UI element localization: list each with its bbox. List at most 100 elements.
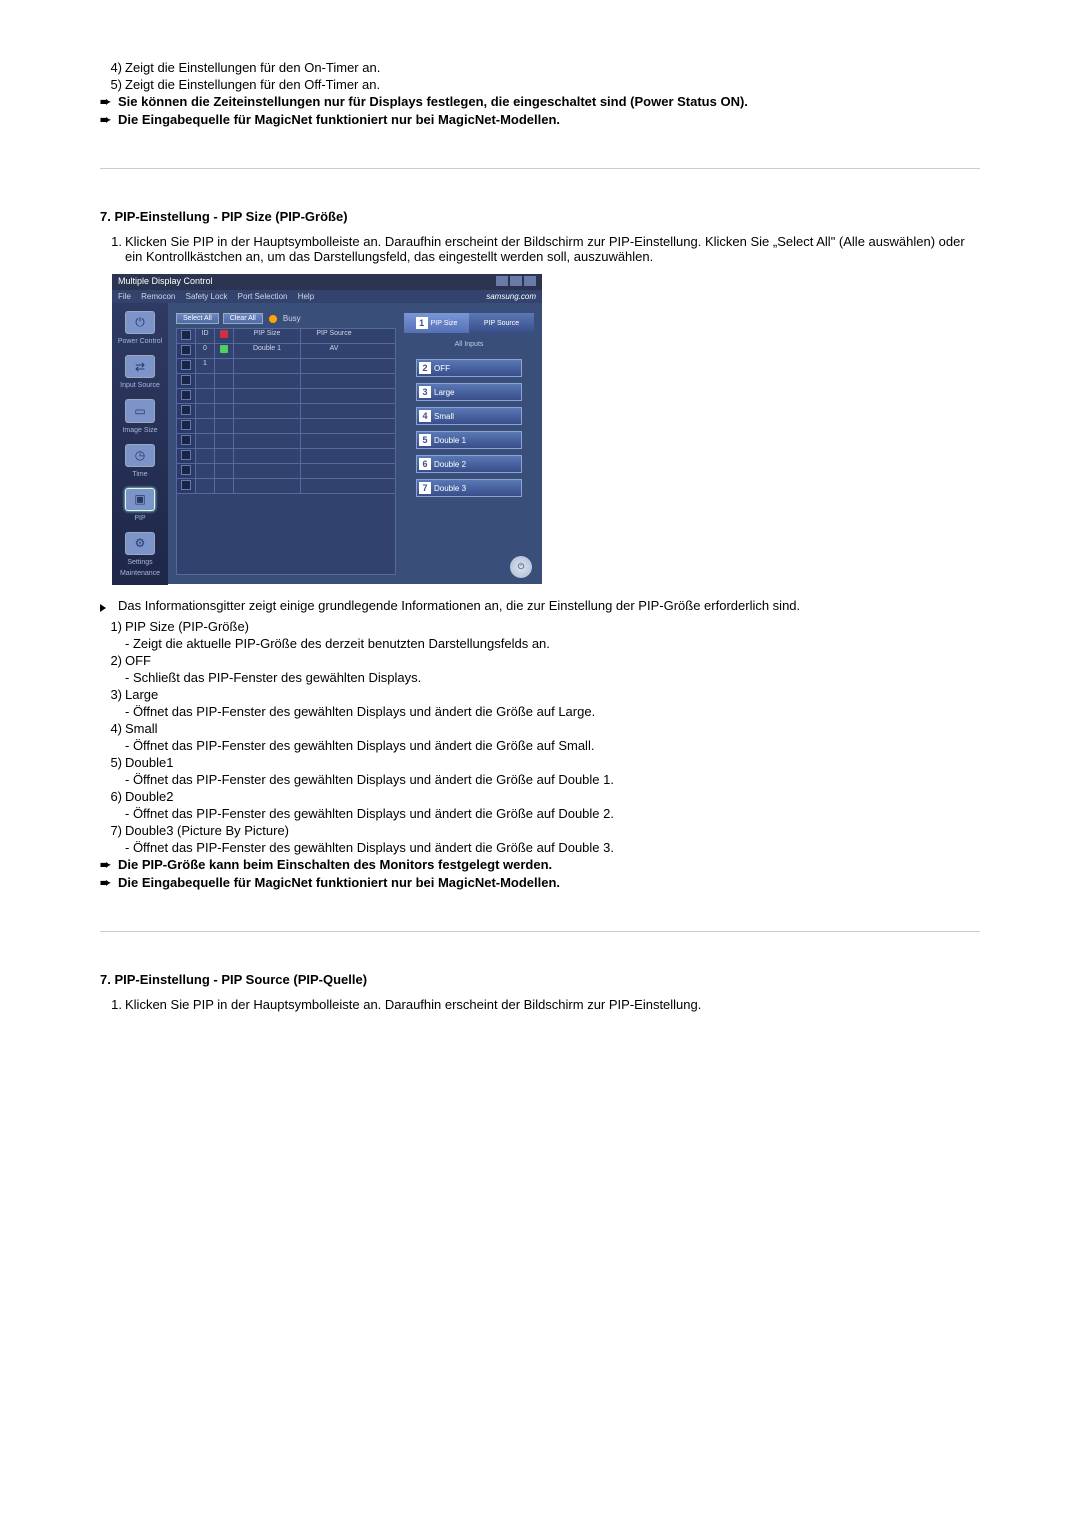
sidebar-label: Power Control	[118, 338, 162, 345]
menu-remocon[interactable]: Remocon	[141, 292, 175, 301]
brand-link[interactable]: samsung.com	[486, 292, 536, 301]
list-item: 5) Zeigt die Einstellungen für den Off-T…	[100, 77, 980, 92]
checkbox-icon[interactable]	[181, 435, 191, 445]
settings-icon[interactable]: ⚙	[125, 532, 155, 555]
item-desc: - Öffnet das PIP-Fenster des gewählten D…	[125, 806, 980, 821]
table-row[interactable]	[177, 404, 395, 419]
window-controls	[494, 276, 536, 288]
checkbox-icon[interactable]	[181, 480, 191, 490]
note-text: Die PIP-Größe kann beim Einschalten des …	[118, 857, 980, 873]
item-text: Klicken Sie PIP in der Hauptsymbolleiste…	[125, 997, 980, 1012]
item-number: 2)	[100, 653, 125, 668]
intro-item: 1. Klicken Sie PIP in der Hauptsymbollei…	[100, 997, 980, 1012]
clear-all-button[interactable]: Clear All	[223, 313, 263, 324]
option-small[interactable]: 4Small	[416, 407, 522, 425]
checkbox-icon[interactable]	[181, 330, 191, 340]
table-row[interactable]	[177, 449, 395, 464]
item-number: 5)	[100, 755, 125, 770]
table-row[interactable]	[177, 419, 395, 434]
section-timer-tail: 4) Zeigt die Einstellungen für den On-Ti…	[100, 60, 980, 128]
list-item: 6) Double2	[100, 789, 980, 804]
section-title: 7. PIP-Einstellung - PIP Source (PIP-Que…	[100, 972, 980, 987]
item-number: 1.	[100, 997, 125, 1012]
time-icon[interactable]: ◷	[125, 444, 155, 467]
col-status	[215, 329, 234, 343]
sidebar-label: Maintenance	[120, 570, 160, 577]
table-row[interactable]	[177, 434, 395, 449]
table-row[interactable]	[177, 389, 395, 404]
callout-5: 5	[419, 434, 431, 446]
item-number: 1.	[100, 234, 125, 264]
list-item: 3) Large	[100, 687, 980, 702]
checkbox-icon[interactable]	[181, 375, 191, 385]
col-pip-size: PIP Size	[234, 329, 301, 343]
callout-7: 7	[419, 482, 431, 494]
item-text: Zeigt die Einstellungen für den On-Timer…	[125, 60, 980, 75]
sidebar: ⏻ Power Control ⇄ Input Source ▭ Image S…	[112, 303, 168, 585]
window-titlebar: Multiple Display Control	[112, 274, 542, 290]
arrow-note: Das Informationsgitter zeigt einige grun…	[100, 598, 980, 615]
min-icon	[496, 276, 508, 286]
checkbox-icon[interactable]	[181, 405, 191, 415]
checkbox-icon[interactable]	[181, 390, 191, 400]
table-row[interactable]: 1	[177, 359, 395, 374]
table-row[interactable]: 0 Double 1 AV	[177, 344, 395, 359]
input-source-icon[interactable]: ⇄	[125, 355, 155, 378]
bullet-icon: ➨	[100, 875, 118, 891]
table-row[interactable]	[177, 479, 395, 494]
checkbox-icon[interactable]	[181, 465, 191, 475]
sidebar-label: Input Source	[120, 382, 160, 389]
bold-note: ➨ Die PIP-Größe kann beim Einschalten de…	[100, 857, 980, 873]
power-button-icon[interactable]: ⏻	[510, 556, 532, 578]
menubar: File Remocon Safety Lock Port Selection …	[112, 290, 542, 303]
table-row[interactable]	[177, 374, 395, 389]
checkbox-icon[interactable]	[181, 345, 191, 355]
select-all-button[interactable]: Select All	[176, 313, 219, 324]
option-off[interactable]: 2OFF	[416, 359, 522, 377]
item-number: 4)	[100, 721, 125, 736]
note-text: Die Eingabequelle für MagicNet funktioni…	[118, 112, 980, 128]
sidebar-label: PIP	[134, 515, 145, 522]
item-desc: - Öffnet das PIP-Fenster des gewählten D…	[125, 738, 980, 753]
bullet-icon: ➨	[100, 857, 118, 873]
checkbox-icon[interactable]	[181, 450, 191, 460]
option-large[interactable]: 3Large	[416, 383, 522, 401]
item-number: 6)	[100, 789, 125, 804]
image-size-icon[interactable]: ▭	[125, 399, 155, 422]
option-double3[interactable]: 7Double 3	[416, 479, 522, 497]
menu-port-selection[interactable]: Port Selection	[238, 292, 288, 301]
menu-safety-lock[interactable]: Safety Lock	[186, 292, 228, 301]
option-double2[interactable]: 6Double 2	[416, 455, 522, 473]
item-label: Double2	[125, 789, 980, 804]
window-title: Multiple Display Control	[118, 276, 213, 288]
status-icon	[220, 345, 228, 353]
option-double1[interactable]: 5Double 1	[416, 431, 522, 449]
bold-note: ➨ Die Eingabequelle für MagicNet funktio…	[100, 112, 980, 128]
bold-note: ➨ Sie können die Zeiteinstellungen nur f…	[100, 94, 980, 110]
menu-help[interactable]: Help	[298, 292, 314, 301]
item-number: 7)	[100, 823, 125, 838]
pip-icon[interactable]: ▣	[125, 488, 155, 511]
sidebar-label: Settings	[127, 559, 152, 566]
section-pip-size: 7. PIP-Einstellung - PIP Size (PIP-Größe…	[100, 168, 980, 891]
item-label: PIP Size (PIP-Größe)	[125, 619, 980, 634]
section-title: 7. PIP-Einstellung - PIP Size (PIP-Größe…	[100, 209, 980, 224]
bullet-icon: ➨	[100, 94, 118, 110]
power-control-icon[interactable]: ⏻	[125, 311, 155, 334]
item-desc: - Zeigt die aktuelle PIP-Größe des derze…	[125, 636, 980, 651]
tab-pip-source[interactable]: PIP Source	[469, 313, 534, 333]
checkbox-icon[interactable]	[181, 360, 191, 370]
tab-pip-size[interactable]: 1PIP Size	[404, 313, 469, 333]
checkbox-icon[interactable]	[181, 420, 191, 430]
table-row[interactable]	[177, 464, 395, 479]
callout-6: 6	[419, 458, 431, 470]
item-number: 3)	[100, 687, 125, 702]
item-text: Klicken Sie PIP in der Hauptsymbolleiste…	[125, 234, 980, 264]
max-icon	[510, 276, 522, 286]
item-label: Small	[125, 721, 980, 736]
menu-file[interactable]: File	[118, 292, 131, 301]
busy-label: Busy	[283, 314, 301, 323]
status-icon	[220, 330, 228, 338]
sidebar-label: Time	[132, 471, 147, 478]
item-desc: - Öffnet das PIP-Fenster des gewählten D…	[125, 772, 980, 787]
